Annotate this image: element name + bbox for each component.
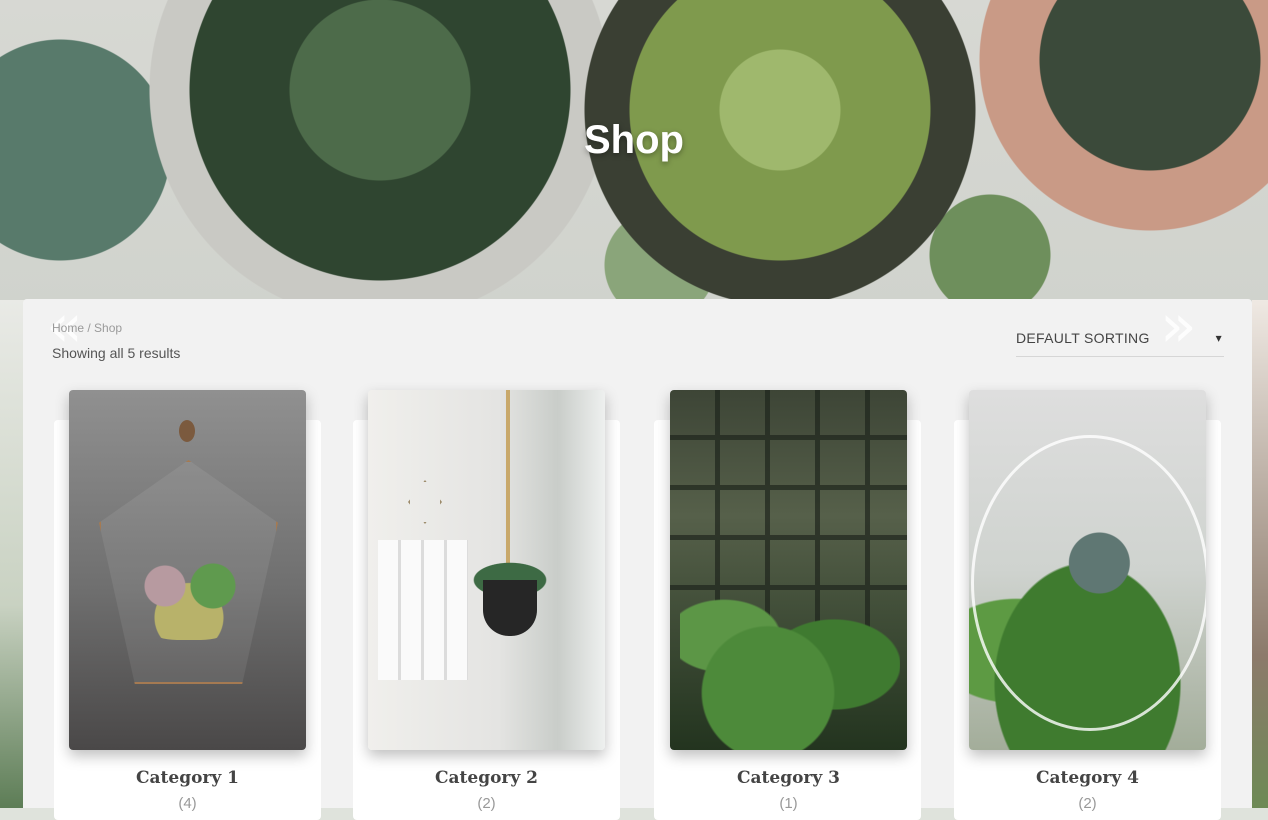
category-title[interactable]: Category 1 [69, 768, 306, 788]
category-count: (4) [178, 795, 197, 812]
sorting-selected-value: DEFAULT SORTING [1016, 330, 1150, 346]
category-count: (1) [779, 795, 798, 812]
category-image[interactable] [368, 390, 605, 750]
page-title: Shop [584, 118, 684, 162]
pendant-lamp [408, 480, 442, 524]
category-image[interactable] [670, 390, 907, 750]
window [378, 540, 468, 680]
category-title[interactable]: Category 2 [368, 768, 605, 788]
category-title[interactable]: Category 3 [670, 768, 907, 788]
breadcrumb: Home / Shop [52, 321, 122, 335]
chevron-down-icon: ▾ [1215, 331, 1222, 345]
background-left-edge [0, 300, 24, 808]
terrarium-top-ornament [179, 420, 195, 442]
breadcrumb-home-link[interactable]: Home [52, 321, 84, 335]
breadcrumb-current: Shop [94, 321, 123, 335]
result-count: Showing all 5 results [52, 345, 181, 361]
category-image[interactable] [69, 390, 306, 750]
category-count: (2) [477, 795, 496, 812]
category-title[interactable]: Category 4 [969, 768, 1206, 788]
breadcrumb-separator: / [87, 321, 91, 335]
glass-bowl [971, 435, 1206, 731]
hanging-pot [483, 580, 537, 636]
sorting-select[interactable]: DEFAULT SORTING ▾ [1016, 330, 1224, 357]
category-image[interactable] [969, 390, 1206, 750]
category-count: (2) [1078, 795, 1097, 812]
succulent-plants [129, 550, 249, 640]
fern-plants [680, 560, 900, 750]
background-right-edge [1252, 300, 1268, 808]
